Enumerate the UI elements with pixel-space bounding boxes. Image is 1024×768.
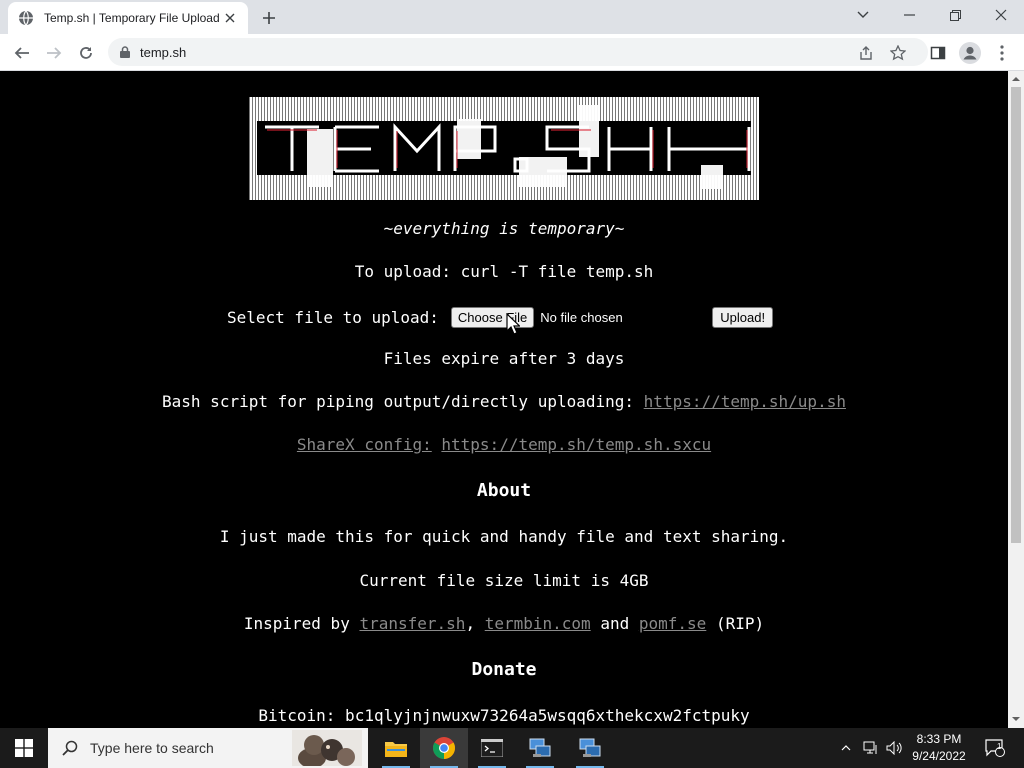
- star-icon[interactable]: [884, 39, 912, 67]
- network-app-icon[interactable]: [566, 728, 614, 768]
- donate-heading: Donate: [471, 659, 537, 680]
- tagline: ~everything is temporary~: [383, 219, 625, 238]
- side-panel-icon[interactable]: [924, 39, 952, 67]
- scrollbar-thumb[interactable]: [1011, 87, 1021, 543]
- about-heading: About: [476, 480, 532, 501]
- taskbar-clock[interactable]: 8:33 PM 9/24/2022: [904, 731, 974, 765]
- lock-icon: [120, 46, 130, 58]
- back-arrow-icon[interactable]: [8, 39, 36, 67]
- close-icon[interactable]: [222, 10, 238, 26]
- volume-icon[interactable]: [884, 728, 904, 768]
- chrome-icon[interactable]: [420, 728, 468, 768]
- chevron-down-icon[interactable]: [840, 0, 886, 30]
- browser-tab[interactable]: Temp.sh | Temporary File Upload: [8, 2, 248, 34]
- notification-center-icon[interactable]: 1: [980, 728, 1010, 768]
- kebab-menu-icon[interactable]: [988, 39, 1016, 67]
- file-explorer-icon[interactable]: [372, 728, 420, 768]
- site-logo: [249, 97, 759, 200]
- browser-toolbar: temp.sh: [0, 34, 1024, 71]
- tab-strip: Temp.sh | Temporary File Upload: [0, 0, 1024, 34]
- about-text: I just made this for quick and handy fil…: [219, 527, 789, 546]
- bash-script-link[interactable]: https://temp.sh/up.sh: [644, 392, 846, 411]
- upload-form: Select file to upload: Choose File No fi…: [227, 305, 774, 329]
- network-icon[interactable]: [860, 728, 882, 768]
- inspired-and: and: [600, 614, 630, 633]
- size-limit-text: Current file size limit is 4GB: [359, 571, 649, 590]
- bash-script-text: Bash script for piping output/directly u…: [162, 392, 635, 411]
- search-icon: [62, 740, 78, 756]
- remote-desktop-icon[interactable]: [516, 728, 564, 768]
- inspired-comma: ,: [465, 614, 476, 633]
- windows-taskbar: Type here to search 8:33 PM 9/24/2022 1: [0, 728, 1024, 768]
- share-icon[interactable]: [852, 39, 880, 67]
- transfer-sh-link[interactable]: transfer.sh: [359, 614, 465, 633]
- profile-icon[interactable]: [956, 39, 984, 67]
- reload-icon[interactable]: [72, 39, 100, 67]
- sharex-line: ShareX config: https://temp.sh/temp.sh.s…: [0, 435, 1008, 454]
- mouse-cursor-icon: [506, 313, 520, 335]
- address-bar[interactable]: temp.sh: [108, 38, 928, 66]
- termbin-link[interactable]: termbin.com: [485, 614, 591, 633]
- bash-script-line: Bash script for piping output/directly u…: [0, 392, 1008, 411]
- inspired-suffix: (RIP): [715, 614, 765, 633]
- upload-button[interactable]: Upload!: [712, 306, 774, 328]
- scroll-down-icon[interactable]: [1012, 715, 1020, 723]
- url-text: temp.sh: [140, 44, 187, 60]
- page-scrollbar[interactable]: [1008, 71, 1024, 728]
- sharex-config-link[interactable]: https://temp.sh/temp.sh.sxcu: [441, 435, 711, 454]
- windows-start-icon[interactable]: [0, 728, 48, 768]
- select-file-label: Select file to upload:: [227, 307, 439, 327]
- forward-arrow-icon[interactable]: [40, 39, 68, 67]
- expire-notice: Files expire after 3 days: [383, 349, 625, 368]
- clock-date: 9/24/2022: [912, 749, 966, 763]
- plus-icon[interactable]: [258, 7, 280, 29]
- upload-instruction: To upload: curl -T file temp.sh: [354, 262, 654, 281]
- terminal-icon[interactable]: [468, 728, 516, 768]
- pomf-link[interactable]: pomf.se: [639, 614, 706, 633]
- chevron-up-icon[interactable]: [836, 728, 856, 768]
- globe-icon: [19, 10, 33, 26]
- notification-count: 1: [997, 742, 1002, 751]
- search-highlight-illustration-icon: [292, 730, 362, 766]
- inspired-line: Inspired by transfer.sh, termbin.com and…: [0, 614, 1008, 633]
- file-status: No file chosen: [540, 309, 623, 325]
- minimize-icon[interactable]: [886, 0, 932, 30]
- search-placeholder: Type here to search: [90, 740, 214, 756]
- inspired-prefix: Inspired by: [243, 614, 350, 633]
- page-viewport: ~everything is temporary~ To upload: cur…: [0, 71, 1008, 728]
- restore-icon[interactable]: [932, 0, 978, 30]
- tab-title: Temp.sh | Temporary File Upload: [44, 11, 220, 25]
- close-window-icon[interactable]: [978, 0, 1024, 30]
- scroll-up-icon[interactable]: [1012, 75, 1020, 83]
- choose-file-button[interactable]: Choose File: [450, 306, 535, 328]
- taskbar-search-box[interactable]: Type here to search: [48, 728, 368, 768]
- bitcoin-address: Bitcoin: bc1qlyjnjnwuxw73264a5wsqq6xthek…: [258, 706, 750, 725]
- clock-time: 8:33 PM: [916, 732, 962, 746]
- sharex-label-link[interactable]: ShareX config:: [297, 435, 432, 454]
